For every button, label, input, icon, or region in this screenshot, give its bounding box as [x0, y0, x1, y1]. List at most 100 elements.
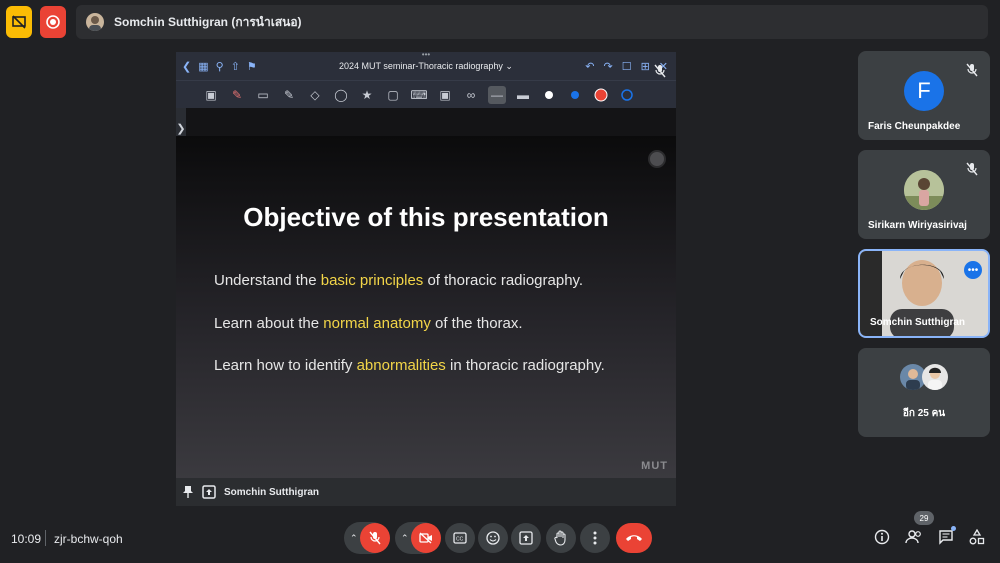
laser-pointer-icon: [648, 150, 666, 168]
more-options-button[interactable]: [580, 523, 610, 553]
no-present-icon[interactable]: [6, 6, 32, 38]
presenter-name: Somchin Sutthigran (การนำเสนอ): [114, 14, 302, 29]
photo-icon[interactable]: ▢: [384, 86, 402, 104]
pen-icon[interactable]: ✎: [228, 86, 246, 104]
mic-toggle-button[interactable]: [360, 523, 390, 553]
info-icon: [874, 529, 890, 545]
app-title-bar: ••• ❮ ▦ ⚲ ⇧ ⚑ 2024 MUT seminar-Thoracic …: [176, 52, 676, 80]
captions-button[interactable]: CC: [445, 523, 475, 553]
white-color-icon[interactable]: [540, 86, 558, 104]
sticker-icon[interactable]: ★: [358, 86, 376, 104]
recording-icon[interactable]: [40, 6, 66, 38]
avatar: F: [904, 71, 944, 111]
color-picker-icon[interactable]: [618, 86, 636, 104]
keyboard-icon[interactable]: ⌨: [410, 86, 428, 104]
participant-tile-active[interactable]: ••• Somchin Sutthigran: [858, 249, 990, 338]
screen-footer: Somchin Sutthigran: [176, 478, 676, 506]
camera-off-icon: [419, 532, 432, 544]
chevron-up-icon[interactable]: ⌃: [401, 533, 409, 544]
notification-dot: [951, 526, 956, 531]
raise-hand-button[interactable]: [546, 523, 576, 553]
mic-off-icon: [966, 63, 980, 77]
back-icon[interactable]: ❮: [182, 60, 191, 73]
undo-icon[interactable]: ↶: [585, 60, 594, 73]
participant-tile[interactable]: F Faris Cheunpakdee: [858, 51, 990, 140]
image-icon[interactable]: ▣: [202, 86, 220, 104]
avatar: [904, 170, 944, 210]
shapes-icon[interactable]: ◇: [306, 86, 324, 104]
camera-group: ⌃: [395, 522, 441, 554]
present-button[interactable]: [511, 523, 541, 553]
people-count-badge: 29: [914, 511, 934, 525]
presenter-avatar: [86, 13, 104, 31]
slide: Objective of this presentation Understan…: [176, 136, 676, 478]
redo-icon[interactable]: ↷: [603, 60, 612, 73]
mut-logo: MUT: [641, 460, 668, 472]
pin-icon[interactable]: [182, 485, 194, 499]
present-icon[interactable]: [202, 485, 216, 499]
add-page-icon[interactable]: ⊞: [641, 60, 650, 73]
bullet-highlight: normal anatomy: [323, 315, 431, 332]
mic-group: ⌃: [344, 522, 390, 554]
mic-off-icon: [966, 162, 980, 176]
drag-handle-icon: •••: [421, 52, 431, 59]
phone-hangup-icon: [626, 535, 642, 541]
eraser-icon[interactable]: ▭: [254, 86, 272, 104]
share-icon[interactable]: ⇧: [231, 60, 240, 73]
svg-text:CC: CC: [456, 537, 464, 543]
mic-off-icon: [654, 64, 666, 78]
clock: 10:09: [11, 532, 42, 546]
others-count: อีก 25 คน: [902, 408, 946, 419]
reactions-button[interactable]: [478, 523, 508, 553]
emoji-icon: [486, 531, 500, 545]
lasso-icon[interactable]: ◯: [332, 86, 350, 104]
people-button[interactable]: [905, 529, 923, 545]
participant-name: Sirikarn Wiriyasirivaj: [868, 220, 967, 231]
participant-name: Faris Cheunpakdee: [868, 121, 961, 132]
people-icon: [905, 530, 921, 544]
more-options-icon[interactable]: •••: [964, 261, 982, 279]
divider: [45, 530, 46, 546]
chat-button[interactable]: [938, 526, 956, 545]
participant-name: Somchin Sutthigran: [870, 317, 965, 328]
thin-stroke-icon[interactable]: —: [488, 85, 506, 104]
slide-title: Objective of this presentation: [243, 202, 609, 232]
chevron-up-icon[interactable]: ⌃: [350, 533, 358, 544]
bullet-text: Learn about the: [214, 315, 324, 332]
highlighter-icon[interactable]: ✎: [280, 86, 298, 104]
search-icon[interactable]: ⚲: [216, 60, 224, 73]
captions-icon: CC: [453, 532, 467, 544]
info-button[interactable]: [874, 529, 890, 545]
link-icon[interactable]: ∞: [462, 86, 480, 104]
bullet-text: in thoracic radiography.: [445, 357, 605, 374]
camera-toggle-button[interactable]: [411, 523, 441, 553]
more-vertical-icon: [593, 531, 597, 545]
present-icon: [519, 531, 533, 545]
medium-stroke-icon[interactable]: ▬: [514, 86, 532, 104]
bullet-highlight: basic principles: [320, 272, 424, 289]
hand-icon: [554, 530, 566, 546]
participant-tile[interactable]: Sirikarn Wiriyasirivaj: [858, 150, 990, 239]
meeting-code: zjr-bchw-qoh: [54, 532, 123, 546]
red-color-icon[interactable]: [592, 86, 610, 104]
text-icon[interactable]: ▣: [436, 86, 454, 104]
avatar: [922, 364, 948, 390]
bookmark-icon[interactable]: ⚑: [247, 60, 257, 73]
drawing-toolbar: ▣ ✎ ▭ ✎ ◇ ◯ ★ ▢ ⌨ ▣ ∞ — ▬: [176, 80, 676, 108]
presenter-bar: Somchin Sutthigran (การนำเสนอ): [76, 5, 988, 39]
grid-icon[interactable]: ▦: [198, 60, 208, 73]
activities-button[interactable]: [969, 529, 985, 545]
bullet-text: of the thorax.: [430, 315, 523, 332]
bullet-text: Learn how to identify: [214, 357, 357, 374]
participant-tile-others[interactable]: อีก 25 คน: [858, 348, 990, 437]
shapes-icon: [969, 529, 985, 545]
chat-icon: [939, 530, 953, 545]
bullet-text: of thoracic radiography.: [423, 272, 584, 289]
mic-off-icon: [369, 531, 381, 545]
footer-presenter-name: Somchin Sutthigran: [224, 486, 319, 498]
shared-screen: ••• ❮ ▦ ⚲ ⇧ ⚑ 2024 MUT seminar-Thoracic …: [176, 52, 676, 506]
end-call-button[interactable]: [616, 523, 652, 553]
bullet-1: Understand the basic principles of thora…: [214, 272, 583, 289]
bookmark-icon[interactable]: ☐: [622, 60, 632, 73]
blue-color-icon[interactable]: [566, 86, 584, 104]
